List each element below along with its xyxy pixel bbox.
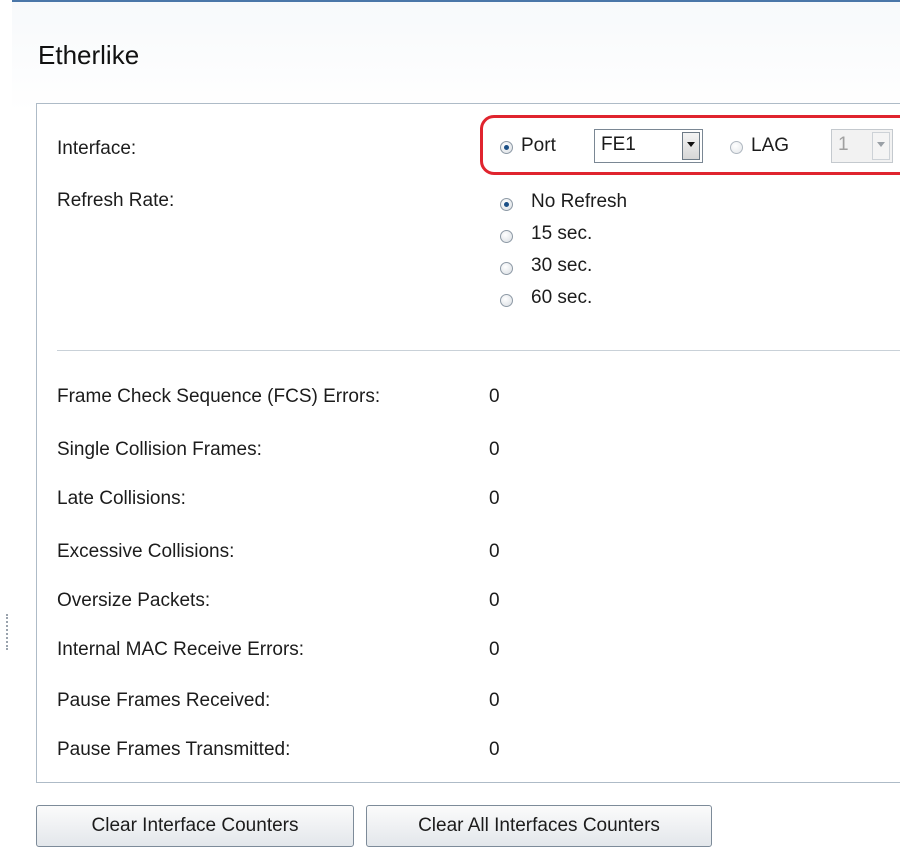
left-edge xyxy=(0,0,12,850)
clear-all-interfaces-counters-button[interactable]: Clear All Interfaces Counters xyxy=(366,805,712,847)
counter-value: 0 xyxy=(489,639,500,660)
resize-handle[interactable] xyxy=(6,614,11,650)
refresh-radio-15[interactable] xyxy=(500,230,513,243)
counter-label: Excessive Collisions: xyxy=(57,541,235,562)
counter-label: Single Collision Frames: xyxy=(57,439,262,460)
lag-option-label: LAG xyxy=(751,135,790,156)
lag-select-value: 1 xyxy=(838,134,849,155)
counter-label: Oversize Packets: xyxy=(57,590,211,611)
counter-value: 0 xyxy=(489,739,500,760)
refresh-radio-30[interactable] xyxy=(500,262,513,275)
section-divider xyxy=(57,350,900,351)
counter-label: Pause Frames Received: xyxy=(57,690,271,711)
counter-value: 0 xyxy=(489,386,500,407)
clear-interface-counters-button[interactable]: Clear Interface Counters xyxy=(36,805,354,847)
lag-select[interactable]: 1 xyxy=(831,129,893,163)
refresh-radio-60[interactable] xyxy=(500,294,513,307)
refresh-option-60: 60 sec. xyxy=(531,287,593,308)
counter-label: Frame Check Sequence (FCS) Errors: xyxy=(57,386,381,407)
port-select-value: FE1 xyxy=(601,134,636,155)
counter-value: 0 xyxy=(489,590,500,611)
etherlike-panel: Interface: Port FE1 LAG 1 Refresh Rate: … xyxy=(36,103,900,783)
counter-label: Pause Frames Transmitted: xyxy=(57,739,291,760)
counter-label: Late Collisions: xyxy=(57,488,186,509)
content-area: Etherlike Interface: Port FE1 LAG 1 Refr… xyxy=(12,0,900,850)
page-title: Etherlike xyxy=(38,40,140,70)
counter-value: 0 xyxy=(489,690,500,711)
refresh-option-30: 30 sec. xyxy=(531,255,593,276)
refresh-option-15: 15 sec. xyxy=(531,223,593,244)
interface-label: Interface: xyxy=(57,138,137,159)
port-option-label: Port xyxy=(521,135,556,156)
chevron-down-icon[interactable] xyxy=(872,132,890,160)
lag-radio[interactable] xyxy=(730,141,743,154)
etherlike-page: Etherlike Interface: Port FE1 LAG 1 Refr… xyxy=(0,0,900,850)
port-radio[interactable] xyxy=(500,141,513,154)
counter-value: 0 xyxy=(489,541,500,562)
counter-label: Internal MAC Receive Errors: xyxy=(57,639,305,660)
chevron-down-icon[interactable] xyxy=(682,132,700,160)
refresh-option-no-refresh: No Refresh xyxy=(531,191,628,212)
refresh-radio-no-refresh[interactable] xyxy=(500,198,513,211)
counter-value: 0 xyxy=(489,439,500,460)
counter-value: 0 xyxy=(489,488,500,509)
refresh-rate-label: Refresh Rate: xyxy=(57,190,175,211)
port-select[interactable]: FE1 xyxy=(594,129,703,163)
